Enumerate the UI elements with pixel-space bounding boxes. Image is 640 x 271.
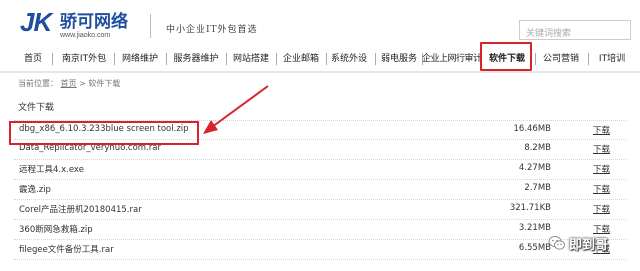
file-name: 远程工具4.x.exe (19, 165, 84, 175)
nav-separator (166, 53, 167, 65)
file-row: Corel产品注册机20180415.rar 321.71KB 下载 (14, 200, 626, 220)
file-size: 4.27MB (518, 163, 551, 173)
file-size: 3.21MB (518, 223, 551, 233)
file-row: 霰逸.zip 2.7MB 下载 (14, 180, 626, 200)
file-row: 远程工具4.x.exe 4.27MB 下载 (14, 160, 626, 180)
nav-bottom-border (0, 71, 640, 73)
nav-separator (375, 53, 376, 65)
nav-separator (276, 53, 277, 65)
logo-url: www.jiaoko.com (60, 32, 111, 39)
nav-item-audit[interactable]: 企业上网行审计 (422, 47, 482, 71)
row-highlight-box (9, 121, 199, 145)
file-name: Corel产品注册机20180415.rar (19, 205, 142, 215)
nav-item-network[interactable]: 网络维护 (117, 47, 163, 71)
breadcrumb-prefix: 当前位置： (18, 79, 58, 88)
file-row: filegee文件备份工具.rar 6.55MB 下载 (14, 240, 626, 260)
site-slogan: 中小企业IT外包首选 (166, 25, 258, 35)
file-row: 360断网急救箱.zip 3.21MB 下载 (14, 220, 626, 240)
file-name: 360断网急救箱.zip (19, 225, 93, 235)
file-size: 6.55MB (518, 243, 551, 253)
logo-jk-mark: JK (20, 7, 52, 37)
file-size: 2.7MB (524, 183, 551, 193)
breadcrumb-current: 软件下载 (88, 79, 121, 88)
logo-company-name: 骄可网络 (60, 12, 128, 32)
breadcrumb: 当前位置： 首页 > 软件下载 (18, 78, 120, 89)
nav-item-nanjing-it[interactable]: 南京IT外包 (56, 47, 112, 71)
nav-item-peripherals[interactable]: 系统外设 (327, 47, 371, 71)
file-name: 霰逸.zip (19, 185, 51, 195)
file-size: 16.46MB (513, 124, 552, 134)
nav-highlight-box (480, 42, 532, 71)
breadcrumb-separator: > (79, 79, 86, 88)
download-link[interactable]: 下载 (593, 203, 610, 215)
search-box[interactable] (519, 20, 631, 43)
watermark-text: 即到哥 (569, 238, 609, 253)
section-title: 文件下载 (18, 103, 55, 113)
file-size: 321.71KB (509, 203, 551, 213)
search-input[interactable] (520, 25, 630, 43)
site-header: JK 骄可网络 www.jiaoko.com 中小企业IT外包首选 (0, 0, 640, 44)
main-nav: 首页 南京IT外包 网络维护 服务器维护 网站搭建 企业邮箱 系统外设 弱电服务… (0, 47, 640, 71)
nav-item-email[interactable]: 企业邮箱 (279, 47, 323, 71)
nav-item-server[interactable]: 服务器维护 (168, 47, 224, 71)
download-link[interactable]: 下载 (593, 124, 610, 136)
nav-separator (52, 53, 53, 65)
nav-item-low-voltage[interactable]: 弱电服务 (377, 47, 421, 71)
nav-separator (535, 53, 536, 65)
nav-item-home[interactable]: 首页 (18, 47, 48, 71)
wechat-icon (548, 236, 565, 250)
logo-divider (150, 14, 151, 38)
file-size: 8.2MB (524, 143, 551, 153)
nav-item-website[interactable]: 网站搭建 (229, 47, 273, 71)
nav-separator (226, 53, 227, 65)
nav-item-it-training[interactable]: IT培训 (592, 47, 632, 71)
file-name: filegee文件备份工具.rar (19, 245, 114, 255)
breadcrumb-home-link[interactable]: 首页 (61, 79, 77, 88)
nav-separator (114, 53, 115, 65)
download-link[interactable]: 下载 (593, 183, 610, 195)
download-link[interactable]: 下载 (593, 143, 610, 155)
nav-item-marketing[interactable]: 公司营销 (538, 47, 584, 71)
nav-separator (588, 53, 589, 65)
download-link[interactable]: 下载 (593, 163, 610, 175)
